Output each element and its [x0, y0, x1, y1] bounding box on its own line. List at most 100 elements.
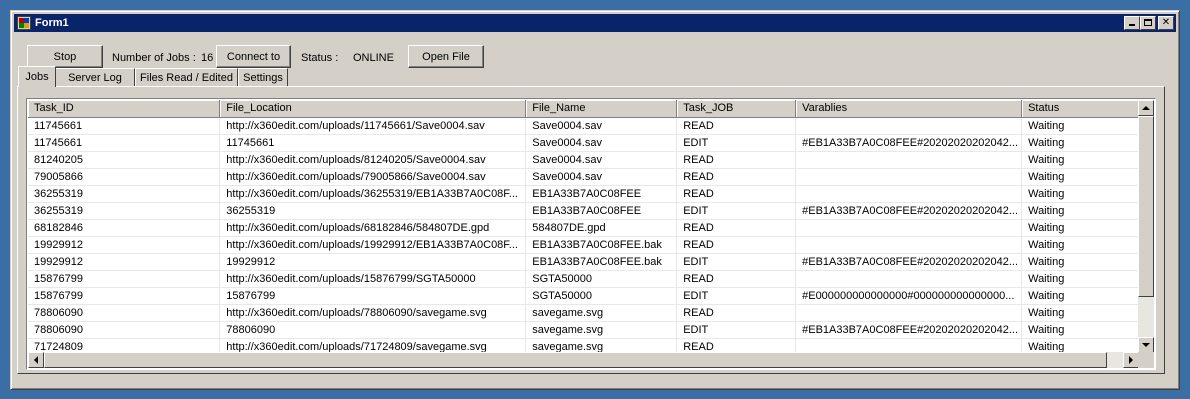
- tab-server-log[interactable]: Server Log: [55, 68, 135, 86]
- table-cell: 584807DE.gpd: [525, 219, 678, 237]
- table-cell: 19929912: [219, 253, 527, 271]
- table-cell: Save0004.sav: [525, 134, 678, 152]
- scroll-corner: [1138, 352, 1154, 368]
- scroll-left-button[interactable]: [28, 352, 44, 368]
- table-cell: SGTA50000: [525, 287, 678, 305]
- table-cell: 36255319: [219, 202, 527, 220]
- scroll-up-icon: [1142, 106, 1150, 110]
- column-header[interactable]: Varablies: [795, 100, 1023, 118]
- table-cell: http://x360edit.com/uploads/71724809/sav…: [219, 338, 527, 353]
- table-cell: EB1A33B7A0C08FEE.bak: [525, 236, 678, 254]
- table-cell: [795, 236, 1023, 254]
- table-cell: 78806090: [219, 321, 527, 339]
- jobs-table: Task_ID File_Location File_Name Task_JOB Var…: [28, 100, 1139, 353]
- minimize-button[interactable]: [1124, 16, 1140, 30]
- table-row[interactable]: 36255319 http://x360edit.com/uploads/3625…: [28, 185, 1139, 203]
- status-value: ONLINE: [353, 52, 394, 64]
- scroll-up-button[interactable]: [1138, 100, 1154, 116]
- scroll-down-button[interactable]: [1138, 337, 1154, 353]
- table-row[interactable]: 71724809 http://x360edit.com/uploads/7172…: [28, 338, 1139, 353]
- scroll-right-button[interactable]: [1123, 352, 1139, 368]
- column-header[interactable]: File_Location: [219, 100, 527, 118]
- table-cell: [795, 304, 1023, 322]
- table-header: Task_ID File_Location File_Name Task_JOB Var…: [28, 100, 1139, 118]
- table-cell: [795, 168, 1023, 186]
- table-row[interactable]: 78806090 http://x360edit.com/uploads/7880…: [28, 304, 1139, 322]
- status-label: Status :: [301, 52, 339, 64]
- column-header[interactable]: Task_JOB: [676, 100, 797, 118]
- table-row[interactable]: 11745661 http://x360edit.com/uploads/1174…: [28, 117, 1139, 135]
- table-cell: READ: [676, 151, 797, 169]
- table-cell: 11745661: [28, 134, 221, 152]
- table-cell: Waiting: [1021, 202, 1139, 220]
- table-cell: EDIT: [676, 202, 797, 220]
- table-cell: #EB1A33B7A0C08FEE#20202020202042...: [795, 253, 1023, 271]
- table-cell: 15876799: [219, 287, 527, 305]
- maximize-button[interactable]: [1140, 16, 1156, 30]
- table-cell: Waiting: [1021, 117, 1139, 135]
- title-bar[interactable]: Form1 ✕: [14, 14, 1176, 32]
- table-cell: READ: [676, 338, 797, 353]
- table-cell: 79005866: [28, 168, 221, 186]
- table-row[interactable]: 68182846 http://x360edit.com/uploads/6818…: [28, 219, 1139, 237]
- table-cell: EB1A33B7A0C08FEE.bak: [525, 253, 678, 271]
- column-header[interactable]: File_Name: [525, 100, 678, 118]
- table-cell: Waiting: [1021, 185, 1139, 203]
- table-row[interactable]: 19929912 http://x360edit.com/uploads/1992…: [28, 236, 1139, 254]
- table-cell: READ: [676, 270, 797, 288]
- table-cell: READ: [676, 185, 797, 203]
- table-cell: READ: [676, 168, 797, 186]
- table-cell: EB1A33B7A0C08FEE: [525, 185, 678, 203]
- table-row[interactable]: 11745661 11745661 Save0004.sav EDIT #EB1A33B…: [28, 134, 1139, 152]
- table-cell: EDIT: [676, 253, 797, 271]
- table-cell: Save0004.sav: [525, 117, 678, 135]
- table-cell: Waiting: [1021, 338, 1139, 353]
- column-header[interactable]: Task_ID: [28, 100, 221, 118]
- horizontal-scroll-thumb[interactable]: [44, 352, 1107, 368]
- table-row[interactable]: 81240205 http://x360edit.com/uploads/8124…: [28, 151, 1139, 169]
- vertical-scroll-thumb[interactable]: [1138, 116, 1154, 297]
- vertical-scrollbar[interactable]: [1138, 100, 1154, 353]
- table-row[interactable]: 78806090 78806090 savegame.svg EDIT #EB1A33B…: [28, 321, 1139, 339]
- table-row[interactable]: 36255319 36255319 EB1A33B7A0C08FEE EDIT #EB1…: [28, 202, 1139, 220]
- open-file-button[interactable]: Open File: [408, 45, 484, 68]
- tab-settings[interactable]: Settings: [238, 68, 288, 86]
- table-row[interactable]: 79005866 http://x360edit.com/uploads/7900…: [28, 168, 1139, 186]
- table-cell: http://x360edit.com/uploads/81240205/Sav…: [219, 151, 527, 169]
- table-row[interactable]: 15876799 http://x360edit.com/uploads/1587…: [28, 270, 1139, 288]
- table-cell: 15876799: [28, 270, 221, 288]
- table-cell: Save0004.sav: [525, 151, 678, 169]
- table-cell: 36255319: [28, 185, 221, 203]
- table-cell: http://x360edit.com/uploads/11745661/Sav…: [219, 117, 527, 135]
- table-row[interactable]: 19929912 19929912 EB1A33B7A0C08FEE.bak EDIT…: [28, 253, 1139, 271]
- window-title: Form1: [35, 17, 69, 29]
- table-cell: savegame.svg: [525, 321, 678, 339]
- table-cell: Waiting: [1021, 236, 1139, 254]
- jobs-grid[interactable]: Task_ID File_Location File_Name Task_JOB Var…: [26, 98, 1156, 370]
- tab-jobs[interactable]: Jobs: [18, 66, 56, 87]
- jobs-count-value: 16: [201, 52, 214, 64]
- table-cell: [795, 270, 1023, 288]
- table-cell: [795, 185, 1023, 203]
- table-cell: READ: [676, 304, 797, 322]
- table-cell: [795, 219, 1023, 237]
- close-button[interactable]: ✕: [1158, 16, 1174, 30]
- table-cell: 11745661: [219, 134, 527, 152]
- table-cell: [795, 151, 1023, 169]
- table-cell: http://x360edit.com/uploads/78806090/sav…: [219, 304, 527, 322]
- horizontal-scrollbar[interactable]: [28, 352, 1139, 368]
- table-cell: Waiting: [1021, 151, 1139, 169]
- connect-button[interactable]: Connect to: [216, 45, 291, 68]
- table-cell: 19929912: [28, 253, 221, 271]
- table-row[interactable]: 15876799 15876799 SGTA50000 EDIT #E000000000…: [28, 287, 1139, 305]
- app-icon[interactable]: [17, 16, 31, 30]
- column-header[interactable]: Status: [1021, 100, 1139, 118]
- table-cell: SGTA50000: [525, 270, 678, 288]
- stop-button[interactable]: Stop: [27, 45, 103, 68]
- table-cell: READ: [676, 117, 797, 135]
- table-cell: [795, 117, 1023, 135]
- tab-files-read-edited[interactable]: Files Read / Edited: [135, 68, 238, 86]
- table-cell: Save0004.sav: [525, 168, 678, 186]
- table-cell: READ: [676, 219, 797, 237]
- table-cell: 71724809: [28, 338, 221, 353]
